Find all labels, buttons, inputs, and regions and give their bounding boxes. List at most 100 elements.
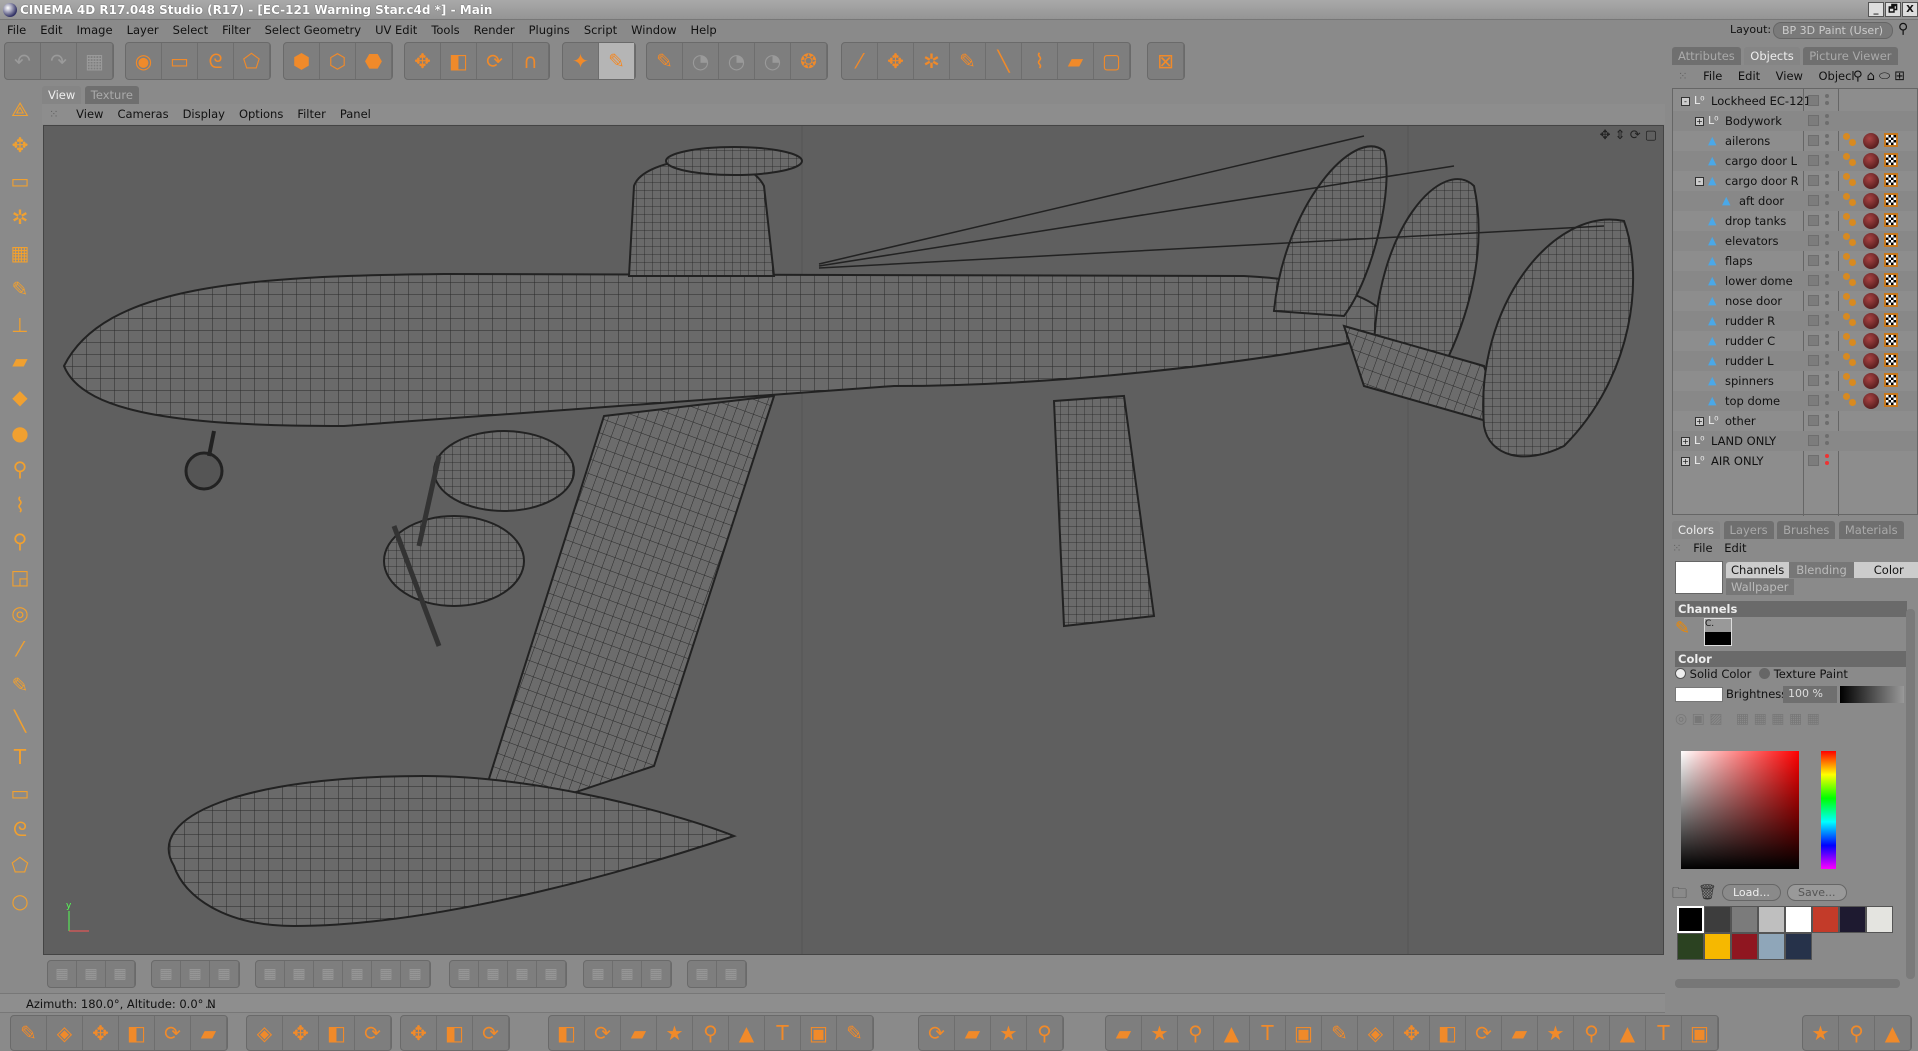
tool-button[interactable]: T [1250,1016,1286,1050]
tool-button[interactable]: ◈ [247,1016,283,1050]
bake-button[interactable]: ◔ [683,43,719,79]
current-color-swatch[interactable] [1675,561,1723,594]
material-tag-icon[interactable] [1863,233,1879,249]
material-tag-icon[interactable] [1863,213,1879,229]
polygons-mode-button[interactable]: ⬣ [356,43,392,79]
brush-tool[interactable]: ✎ [3,272,37,306]
menu-script[interactable]: Script [577,21,624,39]
uvw-tag-icon[interactable] [1843,173,1858,188]
rect-select-button[interactable]: ▭ [162,43,198,79]
wallpaper-tab[interactable]: Wallpaper [1726,579,1794,595]
material-tag-icon[interactable] [1863,173,1879,189]
fit-button[interactable]: ⊠ [1148,43,1184,79]
rect-select-tool[interactable]: ▭ [3,776,37,810]
expand-icon[interactable]: + [1695,417,1704,426]
clone-button[interactable]: ✥ [878,43,914,79]
material-tag-icon[interactable] [1863,293,1879,309]
tool-button[interactable]: ▰ [621,1016,657,1050]
editor-render-dots[interactable] [1825,114,1829,128]
bake3-button[interactable]: ◔ [755,43,791,79]
object-row[interactable]: ▲ ailerons [1673,131,1917,151]
search-icon[interactable]: ⚲ [1898,21,1908,37]
tool-button[interactable]: ▰ [1106,1016,1142,1050]
objects-menu-file[interactable]: File [1697,67,1728,85]
texture-tag-icon[interactable] [1884,173,1898,187]
tool-button[interactable]: ★ [1803,1016,1839,1050]
text-tool[interactable]: T [3,740,37,774]
brightness-slider[interactable] [1840,686,1904,703]
editor-render-dots[interactable] [1825,174,1829,188]
eraser-button[interactable]: ▰ [1058,43,1094,79]
texture-tag-icon[interactable] [1884,233,1898,247]
magnet-button[interactable]: ∩ [513,43,549,79]
tool-button[interactable]: ⚲ [1027,1016,1063,1050]
tool-button[interactable]: ◧ [1430,1016,1466,1050]
menu-file[interactable]: File [0,21,33,39]
save-button[interactable]: Save... [1787,884,1847,901]
collapse-icon[interactable]: - [1681,97,1690,106]
stamp-tool[interactable]: ⊥ [3,308,37,342]
tool-button[interactable]: ▣ [801,1016,837,1050]
visibility-toggle[interactable] [1808,375,1819,386]
object-row[interactable]: + L⁰ Bodywork [1673,111,1917,131]
tool-button[interactable]: ▲ [1875,1016,1911,1050]
magic-wand-tool[interactable]: ✲ [3,200,37,234]
add-folder-icon[interactable]: 🗀 [1672,883,1687,908]
material-tag-icon[interactable] [1863,193,1879,209]
editor-render-dots[interactable] [1825,214,1829,228]
color-swatch[interactable] [1812,906,1839,933]
tool-button[interactable]: ▲ [1214,1016,1250,1050]
close-button[interactable]: X [1902,2,1918,17]
render-button[interactable]: ❂ [791,43,827,79]
visibility-toggle[interactable] [1808,435,1819,446]
object-row[interactable]: ▲ nose door [1673,291,1917,311]
texture-tag-icon[interactable] [1884,313,1898,327]
uv-tool-button[interactable]: ▦ [508,961,537,987]
uv-tool-button[interactable]: ▦ [314,961,343,987]
objects-menu-view[interactable]: View [1770,67,1809,85]
color-swatch[interactable] [1839,906,1866,933]
visibility-toggle[interactable] [1808,235,1819,246]
tab-texture[interactable]: Texture [84,86,139,104]
visibility-toggle[interactable] [1808,115,1819,126]
tool-button[interactable]: ⚲ [1178,1016,1214,1050]
uv-tool-button[interactable]: ▦ [48,961,77,987]
material-tag-icon[interactable] [1863,353,1879,369]
collapse-icon[interactable]: - [1695,177,1704,186]
redo-button[interactable]: ↷ [41,43,77,79]
tab-attributes[interactable]: Attributes [1672,47,1741,65]
uvw-tag-icon[interactable] [1843,313,1858,328]
color-swatch[interactable] [1758,906,1785,933]
object-row[interactable]: ▲ rudder C [1673,331,1917,351]
color-swatch[interactable] [1731,906,1758,933]
move-button[interactable]: ✥ [405,43,441,79]
uvw-tag-icon[interactable] [1843,213,1858,228]
tool-button[interactable]: ⚲ [1839,1016,1875,1050]
color-mode-icons[interactable]: ◎ ▣ ▨ ▦ ▦ ▦ ▦ ▦ [1675,711,1905,733]
object-row[interactable]: ▲ rudder R [1673,311,1917,331]
editor-render-dots[interactable] [1825,274,1829,288]
uv-tool-button[interactable]: ▦ [77,961,106,987]
material-tag-icon[interactable] [1863,133,1879,149]
uvw-tag-icon[interactable] [1843,293,1858,308]
uv-tool-button[interactable]: ▦ [717,961,746,987]
visibility-toggle[interactable] [1808,315,1819,326]
channels-tab[interactable]: Channels [1726,562,1790,578]
tool-button[interactable]: ⟳ [155,1016,191,1050]
expand-icon[interactable]: + [1681,437,1690,446]
visibility-toggle[interactable] [1808,155,1819,166]
blending-tab[interactable]: Blending [1789,562,1854,578]
drop-tool[interactable]: ● [3,416,37,450]
uv-tool-button[interactable]: ▦ [256,961,285,987]
editor-render-dots[interactable] [1825,294,1829,308]
uv-tool-button[interactable]: ▦ [401,961,430,987]
editor-render-dots[interactable] [1825,254,1829,268]
sphere-tool[interactable]: ◎ [3,596,37,630]
color-swatch[interactable] [1785,906,1812,933]
paint-setup-button[interactable]: ✎ [647,43,683,79]
brightness-field[interactable]: 100 % [1783,686,1837,703]
colors-menu-edit[interactable]: Edit [1724,541,1746,555]
menu-help[interactable]: Help [684,21,724,39]
tool-button[interactable]: ✥ [1394,1016,1430,1050]
bake2-button[interactable]: ◔ [719,43,755,79]
